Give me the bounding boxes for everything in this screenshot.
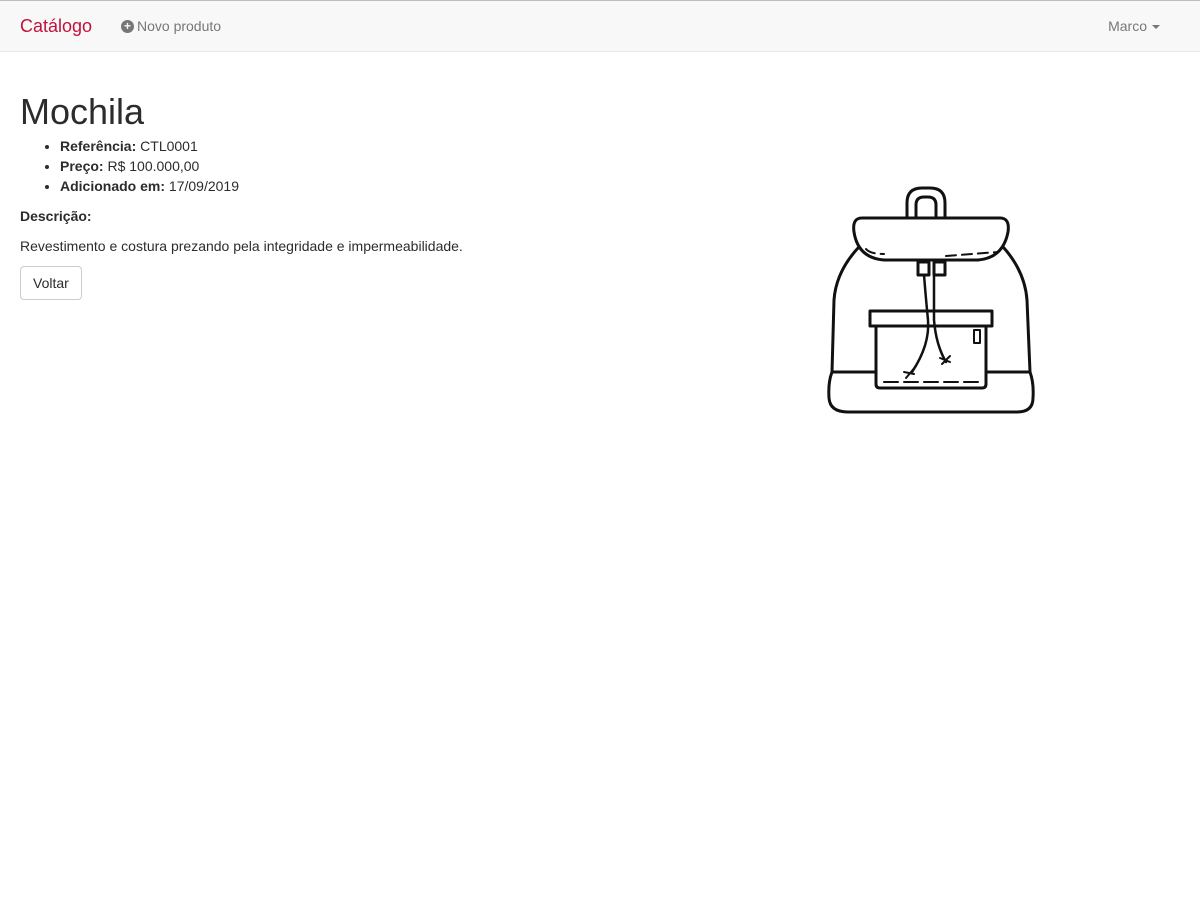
back-button[interactable]: Voltar: [20, 266, 82, 300]
plus-circle-icon: +: [121, 19, 134, 33]
reference-label: Referência:: [60, 138, 137, 154]
new-product-link[interactable]: + Novo produto: [121, 18, 221, 34]
top-navbar: Catálogo + Novo produto Marco: [0, 0, 1200, 52]
list-item: Preço: R$ 100.000,00: [60, 156, 580, 176]
brand-link[interactable]: Catálogo: [20, 16, 92, 37]
caret-down-icon: [1152, 24, 1160, 29]
price-label: Preço:: [60, 158, 104, 174]
new-product-label: Novo produto: [137, 18, 222, 34]
backpack-icon: [827, 186, 1035, 414]
product-attributes-list: Referência: CTL0001 Preço: R$ 100.000,00…: [20, 136, 580, 196]
added-date-value: 17/09/2019: [168, 178, 239, 194]
list-item: Referência: CTL0001: [60, 136, 580, 156]
list-item: Adicionado em: 17/09/2019: [60, 176, 580, 196]
user-menu-dropdown[interactable]: Marco: [1108, 18, 1160, 34]
description-label: Descrição:: [20, 208, 92, 224]
product-image: [820, 180, 1045, 425]
product-title: Mochila: [20, 91, 145, 132]
price-value: R$ 100.000,00: [107, 158, 200, 174]
user-name: Marco: [1108, 18, 1147, 34]
description-text: Revestimento e costura prezando pela int…: [20, 238, 463, 254]
added-date-label: Adicionado em:: [60, 178, 166, 194]
reference-value: CTL0001: [140, 138, 198, 154]
product-details: Mochila Referência: CTL0001 Preço: R$ 10…: [20, 90, 580, 300]
